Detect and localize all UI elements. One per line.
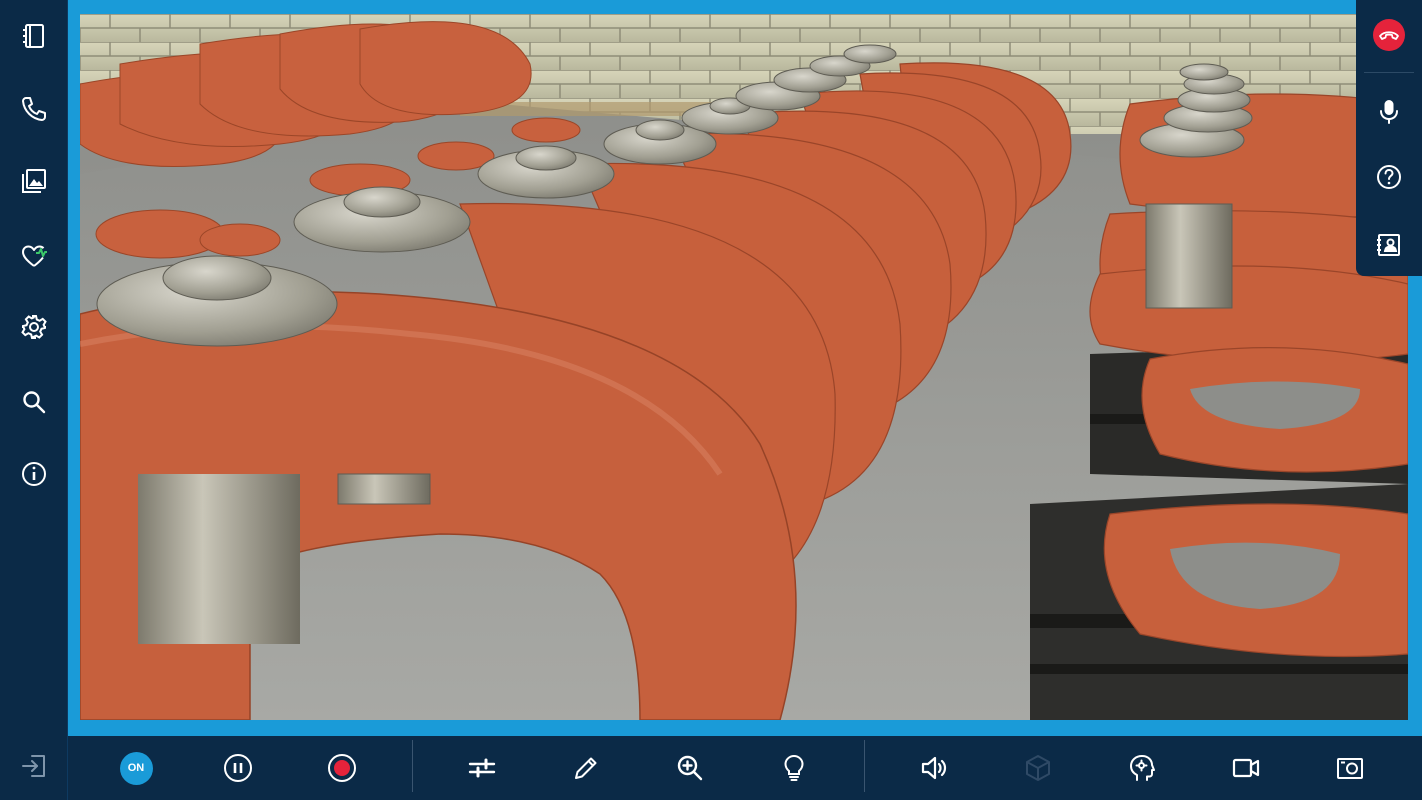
bottom-toolbar: ON bbox=[68, 736, 1422, 800]
on-badge: ON bbox=[119, 751, 153, 785]
pause-button[interactable] bbox=[218, 748, 258, 788]
notebook-icon bbox=[23, 24, 44, 48]
zoom-in-icon bbox=[677, 755, 703, 781]
speaker-icon bbox=[921, 756, 947, 780]
sliders-icon bbox=[468, 758, 496, 778]
gallery-icon bbox=[22, 169, 46, 193]
video-button[interactable] bbox=[1226, 748, 1266, 788]
shackles-camera-image bbox=[80, 14, 1408, 720]
pencil-icon bbox=[575, 757, 597, 779]
head-settings-button[interactable] bbox=[1122, 748, 1162, 788]
3d-object-button bbox=[1018, 748, 1058, 788]
adjustments-button[interactable] bbox=[462, 748, 502, 788]
exit-icon bbox=[22, 755, 45, 777]
left-sidebar bbox=[0, 0, 68, 800]
help-button[interactable] bbox=[1369, 157, 1409, 197]
call-app: ON bbox=[0, 0, 1422, 800]
camera-snapshot-icon bbox=[1337, 758, 1363, 779]
lightbulb-icon bbox=[784, 754, 804, 781]
phone-icon bbox=[22, 97, 46, 121]
toolbar-divider bbox=[412, 740, 413, 792]
sidebar-item-search[interactable] bbox=[14, 382, 54, 422]
sidebar-item-gallery[interactable] bbox=[14, 161, 54, 201]
help-icon bbox=[1377, 165, 1401, 189]
draw-button[interactable] bbox=[566, 748, 606, 788]
volume-button[interactable] bbox=[914, 748, 954, 788]
end-call-button[interactable] bbox=[1373, 19, 1405, 51]
auto-mode-toggle[interactable]: ON bbox=[116, 748, 156, 788]
sidebar-item-settings[interactable] bbox=[14, 307, 54, 347]
call-controls-panel bbox=[1356, 0, 1422, 276]
record-icon bbox=[328, 754, 356, 782]
gear-icon bbox=[21, 315, 47, 339]
contact-card-icon bbox=[1377, 234, 1400, 256]
zoom-button[interactable] bbox=[670, 748, 710, 788]
cube-icon bbox=[1026, 755, 1050, 781]
snapshot-button[interactable] bbox=[1330, 748, 1370, 788]
flashlight-button[interactable] bbox=[774, 748, 814, 788]
heart-pulse-icon bbox=[22, 245, 47, 267]
video-camera-icon bbox=[1232, 758, 1260, 778]
microphone-button[interactable] bbox=[1369, 92, 1409, 132]
video-stage bbox=[68, 0, 1422, 736]
record-button[interactable] bbox=[322, 748, 362, 788]
sidebar-item-call[interactable] bbox=[14, 89, 54, 129]
pause-icon bbox=[224, 754, 252, 782]
exit-button[interactable] bbox=[14, 746, 54, 786]
sidebar-item-notes[interactable] bbox=[14, 16, 54, 56]
microphone-icon bbox=[1380, 100, 1398, 124]
head-settings-icon bbox=[1130, 755, 1155, 781]
sidebar-item-health[interactable] bbox=[14, 236, 54, 276]
panel-divider bbox=[1364, 72, 1414, 73]
search-icon bbox=[23, 391, 46, 414]
info-icon bbox=[22, 462, 46, 486]
end-call-icon bbox=[1379, 31, 1399, 40]
sidebar-item-info[interactable] bbox=[14, 454, 54, 494]
contact-card-button[interactable] bbox=[1369, 225, 1409, 265]
toolbar-divider bbox=[864, 740, 865, 792]
camera-feed[interactable] bbox=[80, 14, 1408, 720]
